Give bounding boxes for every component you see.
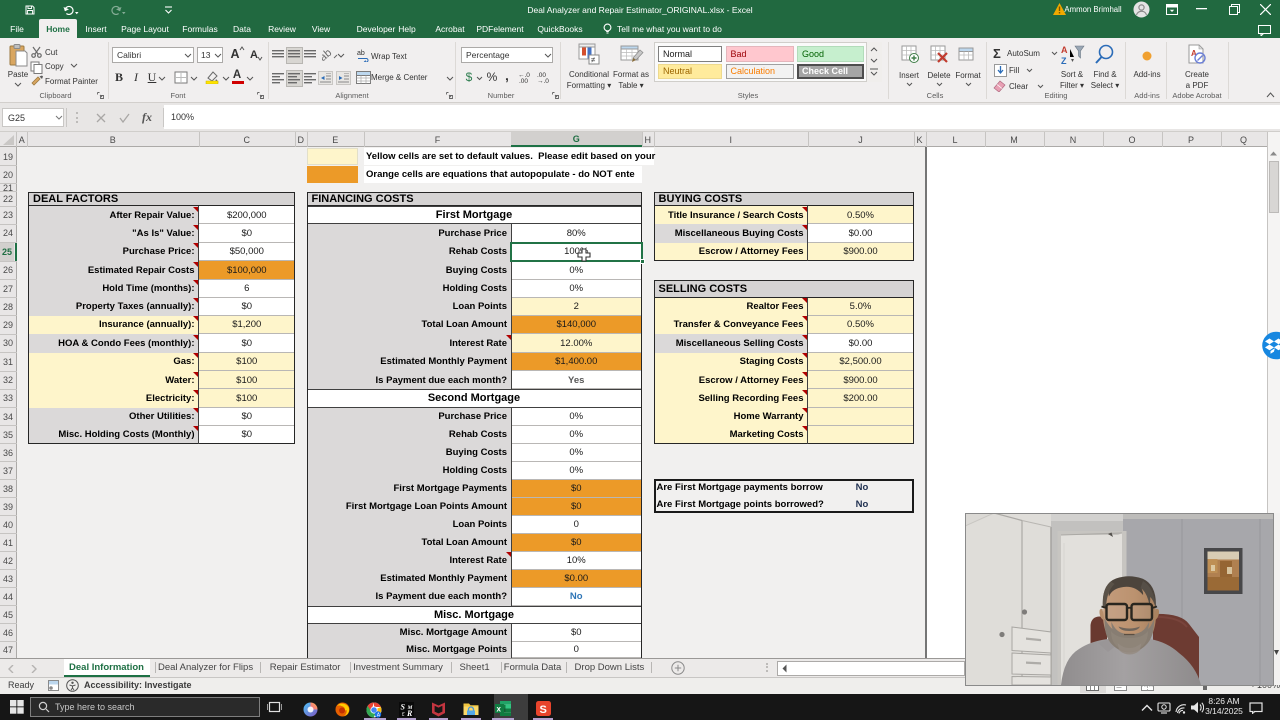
svg-text:S: S bbox=[540, 704, 547, 716]
svg-text:ab: ab bbox=[322, 48, 334, 62]
svg-text:x: x bbox=[497, 704, 502, 713]
svg-text:.00: .00 bbox=[519, 78, 528, 83]
svg-text:Z: Z bbox=[1061, 56, 1067, 66]
svg-text:A: A bbox=[1191, 49, 1197, 58]
svg-text:ab: ab bbox=[357, 50, 365, 57]
svg-text:→.0: →.0 bbox=[537, 78, 549, 83]
svg-text:R: R bbox=[406, 709, 413, 717]
svg-text:≠: ≠ bbox=[591, 56, 596, 65]
svg-text:S: S bbox=[401, 702, 406, 711]
svg-text:A: A bbox=[1061, 45, 1068, 55]
svg-text:£: £ bbox=[401, 712, 405, 717]
